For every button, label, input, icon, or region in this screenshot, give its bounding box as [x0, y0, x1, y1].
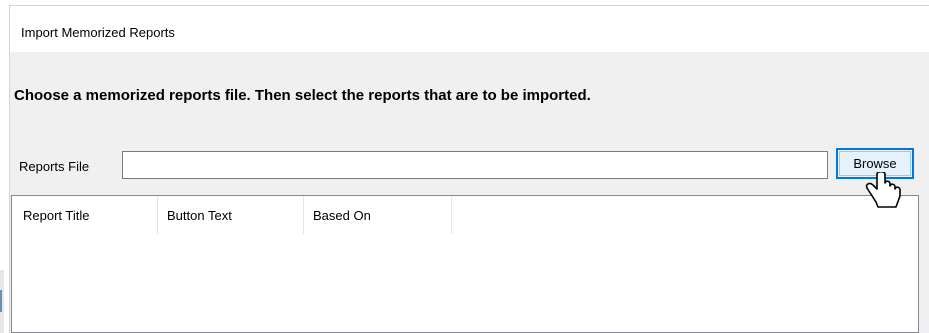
column-header-based-on[interactable]: Based On: [304, 196, 452, 234]
reports-file-input[interactable]: [122, 151, 828, 179]
background-window-accent: [0, 290, 2, 312]
mouse-pointer-icon: [865, 172, 901, 208]
background-window-edge: [0, 270, 4, 333]
reports-file-label: Reports File: [19, 159, 90, 174]
instruction-text: Choose a memorized reports file. Then se…: [14, 87, 591, 104]
column-header-report-title[interactable]: Report Title: [12, 196, 158, 234]
window-title: Import Memorized Reports: [21, 25, 175, 40]
list-header: Report Title Button Text Based On: [12, 196, 452, 234]
browse-button-label: Browse: [853, 156, 897, 171]
column-header-button-text[interactable]: Button Text: [158, 196, 304, 234]
reports-list[interactable]: Report Title Button Text Based On: [11, 195, 919, 333]
title-bar[interactable]: Import Memorized Reports: [10, 6, 929, 52]
